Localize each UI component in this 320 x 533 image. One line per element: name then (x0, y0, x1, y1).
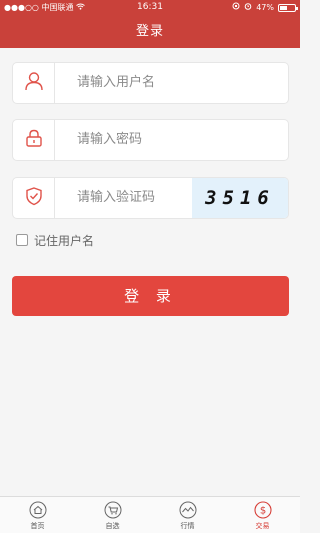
tab-label: 交易 (255, 522, 270, 530)
tab-bar: 首页 自选 行情 $ 交易 (0, 496, 300, 533)
remember-username[interactable]: 记住用户名 (16, 232, 94, 248)
top-bar: ●●●○○ 中国联通 16:31 47% 登录 (0, 0, 300, 48)
chart-icon (179, 501, 197, 519)
rotation-lock-icon (232, 0, 240, 15)
battery-icon (278, 3, 298, 12)
captcha-image[interactable]: 3516 (192, 178, 288, 218)
password-field[interactable]: 请输入密码 (12, 119, 289, 161)
remember-checkbox[interactable] (16, 234, 28, 246)
tab-label: 行情 (180, 522, 195, 530)
password-input[interactable]: 请输入密码 (77, 120, 142, 160)
status-bar: ●●●○○ 中国联通 16:31 47% (0, 0, 300, 15)
username-field[interactable]: 请输入用户名 (12, 62, 289, 104)
password-icon-cell (13, 120, 55, 160)
alarm-icon (244, 0, 252, 15)
home-icon (29, 501, 47, 519)
shield-check-icon (24, 186, 44, 210)
tab-watchlist[interactable]: 自选 (75, 497, 150, 533)
captcha-field[interactable]: 请输入验证码 3516 (12, 177, 289, 219)
user-icon (24, 71, 44, 95)
svg-text:$: $ (259, 506, 265, 517)
tab-trade[interactable]: $ 交易 (225, 497, 300, 533)
tab-label: 自选 (105, 522, 120, 530)
captcha-input[interactable]: 请输入验证码 (77, 178, 155, 218)
username-icon-cell (13, 63, 55, 103)
tab-home[interactable]: 首页 (0, 497, 75, 533)
remember-label: 记住用户名 (34, 233, 95, 248)
captcha-icon-cell (13, 178, 55, 218)
username-input[interactable]: 请输入用户名 (77, 63, 155, 103)
page-title: 登录 (135, 24, 164, 39)
tab-market[interactable]: 行情 (150, 497, 225, 533)
battery-percent: 47% (256, 3, 274, 12)
status-right: 47% (232, 0, 298, 15)
lock-icon (24, 128, 44, 152)
trade-icon: $ (253, 501, 272, 519)
login-button[interactable]: 登 录 (12, 276, 289, 316)
tab-label: 首页 (30, 522, 45, 530)
cart-icon (104, 501, 122, 519)
battery-fill (280, 5, 287, 10)
